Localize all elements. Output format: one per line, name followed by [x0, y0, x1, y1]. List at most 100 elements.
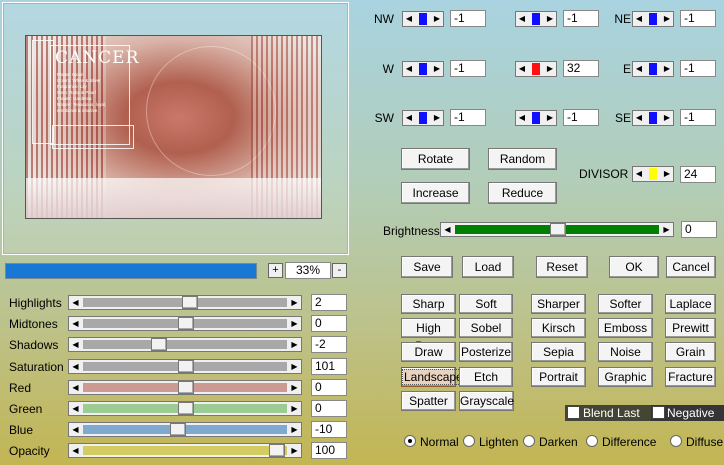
zoom-field[interactable]: 33% [285, 262, 331, 279]
reset-button[interactable]: Reset [536, 256, 588, 278]
slider-value-field[interactable]: 0 [311, 379, 347, 396]
arrow-left-icon[interactable]: ◀ [403, 111, 415, 125]
direction-field[interactable]: -1 [680, 109, 716, 126]
direction-thumb[interactable] [532, 63, 540, 75]
arrow-left-icon[interactable]: ◀ [516, 62, 528, 76]
arrow-left-icon[interactable]: ◀ [516, 111, 528, 125]
arrow-right-icon[interactable]: ▶ [288, 317, 301, 330]
slider-thumb[interactable] [151, 338, 167, 351]
slider-value-field[interactable]: 0 [311, 400, 347, 417]
direction-spinner[interactable]: ◀ ▶ [632, 110, 674, 126]
arrow-right-icon[interactable]: ▶ [288, 444, 301, 457]
arrow-left-icon[interactable]: ◀ [69, 338, 82, 351]
slider-value-field[interactable]: 101 [311, 358, 347, 375]
slider-thumb[interactable] [178, 381, 194, 394]
blend-mode-radio[interactable] [523, 435, 535, 447]
direction-field[interactable]: -1 [450, 60, 486, 77]
preset-button[interactable]: Sobel [459, 318, 513, 338]
preset-button[interactable]: Sepia [531, 342, 586, 362]
arrow-right-icon[interactable]: ▶ [544, 111, 556, 125]
arrow-right-icon[interactable]: ▶ [288, 423, 301, 436]
preset-button[interactable]: Noise [598, 342, 653, 362]
brightness-thumb[interactable] [550, 223, 566, 236]
arrow-right-icon[interactable]: ▶ [661, 62, 673, 76]
slider-value-field[interactable]: 0 [311, 315, 347, 332]
slider-thumb[interactable] [178, 402, 194, 415]
divisor-field[interactable]: 24 [680, 166, 716, 183]
preset-button[interactable]: Sharp [401, 294, 456, 314]
blend-mode-radio[interactable] [404, 435, 416, 447]
arrow-right-icon[interactable]: ▶ [288, 381, 301, 394]
slider-value-field[interactable]: 100 [311, 442, 347, 459]
arrow-right-icon[interactable]: ▶ [431, 111, 443, 125]
arrow-left-icon[interactable]: ◀ [633, 167, 645, 181]
slider-value-field[interactable]: -2 [311, 336, 347, 353]
direction-spinner[interactable]: ◀ ▶ [402, 61, 444, 77]
arrow-left-icon[interactable]: ◀ [69, 402, 82, 415]
divisor-thumb[interactable] [649, 168, 657, 180]
direction-thumb[interactable] [649, 63, 657, 75]
direction-field[interactable]: -1 [680, 10, 716, 27]
blend-mode-radio[interactable] [586, 435, 598, 447]
preset-button[interactable]: Sharper [531, 294, 586, 314]
direction-spinner[interactable]: ◀ ▶ [632, 11, 674, 27]
direction-thumb[interactable] [532, 13, 540, 25]
blend-last-checkbox[interactable] [567, 406, 580, 419]
arrow-left-icon[interactable]: ◀ [69, 296, 82, 309]
preset-button[interactable]: Kirsch [531, 318, 586, 338]
negative-checkbox[interactable] [652, 406, 665, 419]
preset-button[interactable]: Emboss [598, 318, 653, 338]
direction-thumb[interactable] [419, 63, 427, 75]
arrow-right-icon[interactable]: ▶ [288, 338, 301, 351]
preset-button[interactable]: Grayscale [459, 391, 514, 411]
direction-spinner[interactable]: ◀ ▶ [402, 110, 444, 126]
ok-button[interactable]: OK [609, 256, 659, 278]
arrow-left-icon[interactable]: ◀ [441, 223, 454, 236]
arrow-right-icon[interactable]: ▶ [661, 167, 673, 181]
adjust-slider[interactable]: ◀ ▶ [68, 295, 302, 310]
blend-mode-radio[interactable] [463, 435, 475, 447]
arrow-left-icon[interactable]: ◀ [516, 12, 528, 26]
arrow-left-icon[interactable]: ◀ [69, 360, 82, 373]
preset-button[interactable]: Landscape [401, 367, 465, 387]
arrow-left-icon[interactable]: ◀ [633, 62, 645, 76]
arrow-left-icon[interactable]: ◀ [69, 423, 82, 436]
arrow-right-icon[interactable]: ▶ [288, 360, 301, 373]
adjust-slider[interactable]: ◀ ▶ [68, 422, 302, 437]
preset-button[interactable]: Graphic [598, 367, 653, 387]
arrow-left-icon[interactable]: ◀ [69, 381, 82, 394]
load-button[interactable]: Load [462, 256, 514, 278]
direction-field[interactable]: 32 [563, 60, 599, 77]
slider-thumb[interactable] [170, 423, 186, 436]
direction-thumb[interactable] [649, 112, 657, 124]
adjust-slider[interactable]: ◀ ▶ [68, 337, 302, 352]
slider-thumb[interactable] [182, 296, 198, 309]
slider-thumb[interactable] [269, 444, 285, 457]
random-button[interactable]: Random [488, 148, 557, 170]
slider-thumb[interactable] [178, 317, 194, 330]
preset-button[interactable]: Fracture [665, 367, 716, 387]
preset-button[interactable]: Grain [665, 342, 716, 362]
arrow-right-icon[interactable]: ▶ [431, 12, 443, 26]
preset-button[interactable]: Soft [459, 294, 513, 314]
rotate-button[interactable]: Rotate [401, 148, 470, 170]
adjust-slider[interactable]: ◀ ▶ [68, 443, 302, 458]
arrow-right-icon[interactable]: ▶ [288, 296, 301, 309]
divisor-spinner[interactable]: ◀ ▶ [632, 166, 674, 182]
blend-last-option[interactable]: Blend Last [565, 405, 651, 421]
cancel-button[interactable]: Cancel [666, 256, 716, 278]
brightness-field[interactable]: 0 [681, 221, 717, 238]
arrow-left-icon[interactable]: ◀ [403, 12, 415, 26]
direction-field[interactable]: -1 [563, 109, 599, 126]
direction-field[interactable]: -1 [450, 109, 486, 126]
arrow-right-icon[interactable]: ▶ [544, 12, 556, 26]
preset-button[interactable]: Draw [401, 342, 456, 362]
arrow-right-icon[interactable]: ▶ [661, 12, 673, 26]
zoom-in-button[interactable]: + [268, 263, 283, 278]
adjust-slider[interactable]: ◀ ▶ [68, 316, 302, 331]
direction-thumb[interactable] [419, 13, 427, 25]
direction-thumb[interactable] [649, 13, 657, 25]
arrow-left-icon[interactable]: ◀ [69, 317, 82, 330]
arrow-left-icon[interactable]: ◀ [633, 111, 645, 125]
adjust-slider[interactable]: ◀ ▶ [68, 401, 302, 416]
